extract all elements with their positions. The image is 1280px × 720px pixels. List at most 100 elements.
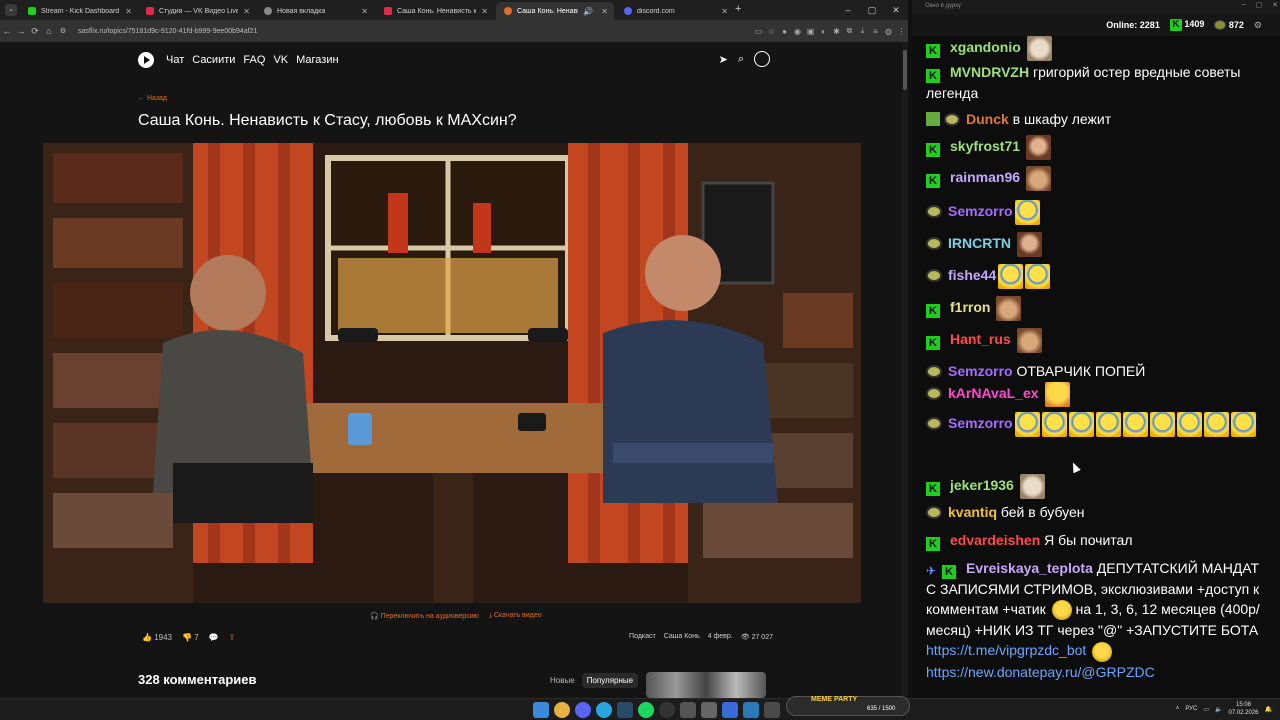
language-indicator[interactable]: РУС <box>1185 706 1197 712</box>
chat-username[interactable]: skyfrost71 <box>950 138 1020 154</box>
close-window-button[interactable]: ✕ <box>884 0 908 20</box>
comment-icon[interactable]: 💬 <box>209 633 219 642</box>
install-icon[interactable]: ▭ <box>752 27 765 36</box>
minimize-button[interactable]: – <box>1242 1 1246 9</box>
share-icon[interactable]: ⇪ <box>229 633 236 642</box>
windows-start-icon[interactable] <box>533 702 549 718</box>
nav-shop[interactable]: Магазин <box>296 54 338 66</box>
chat-username[interactable]: Dunck <box>966 111 1009 127</box>
like-button[interactable]: 👍 1943 <box>142 633 172 642</box>
guest-tag[interactable]: Саша Конь <box>664 633 700 641</box>
video-player[interactable] <box>43 143 861 603</box>
profile-avatar-icon[interactable] <box>754 51 770 67</box>
chat-messages[interactable]: Kxgandonio K MVNDRVZH григорий остер вредн… <box>912 36 1280 688</box>
discord-icon[interactable] <box>575 702 591 718</box>
extension-icon[interactable]: ✱ <box>830 27 843 36</box>
close-window-button[interactable]: ✕ <box>1272 1 1278 9</box>
settings-icon[interactable]: ⚙ <box>1254 20 1262 31</box>
chrome-icon[interactable] <box>554 702 570 718</box>
tab-vk-studio[interactable]: Студия — VK Видео Live ✕ <box>138 2 256 20</box>
media-player-icon[interactable] <box>722 702 738 718</box>
speaker-icon[interactable]: 🔊 <box>583 7 593 16</box>
chat-username[interactable]: Hant_rus <box>950 331 1011 347</box>
chat-username[interactable]: f1rron <box>950 299 990 315</box>
back-link[interactable]: ← Назад <box>138 95 167 102</box>
search-icon[interactable]: ⌕ <box>738 53 744 66</box>
telegram-icon[interactable] <box>596 702 612 718</box>
dislike-button[interactable]: 👎 7 <box>182 633 199 642</box>
forward-icon[interactable]: → <box>14 26 28 36</box>
close-tab-icon[interactable]: ✕ <box>243 7 250 16</box>
chat-username[interactable]: edvardeishen <box>950 532 1040 548</box>
close-tab-icon[interactable]: ✕ <box>721 7 728 16</box>
download-icon[interactable]: ⤓ <box>856 26 869 36</box>
profile-icon[interactable]: ◍ <box>882 27 895 36</box>
volume-icon[interactable]: 🔈 <box>1215 706 1222 713</box>
close-tab-icon[interactable]: ✕ <box>361 7 368 16</box>
terminal-icon[interactable] <box>743 702 759 718</box>
home-icon[interactable]: ⌂ <box>42 26 56 36</box>
app-icon[interactable] <box>680 702 696 718</box>
tab-sasha-kon-1[interactable]: Саша Конь. Ненависть к Стасу ✕ <box>376 2 494 20</box>
url-field[interactable]: sasflix.ru/topics/75181d9c-9120-41fd-b99… <box>78 28 752 35</box>
promo-banner[interactable] <box>646 672 766 698</box>
menu-kebab-icon[interactable]: ⋮ <box>895 27 908 36</box>
tab-kick-dashboard[interactable]: Stream - Kick Dashboard ✕ <box>20 2 138 20</box>
sort-popular-button[interactable]: Популярные <box>581 673 639 688</box>
maximize-button[interactable]: ▢ <box>1256 1 1263 9</box>
chat-username[interactable]: MVNDRVZH <box>950 64 1029 80</box>
clock[interactable]: 15:08 07.02.2026 <box>1228 701 1258 717</box>
network-icon[interactable]: ▭ <box>1203 706 1209 713</box>
tab-search-icon[interactable]: ⌄ <box>5 4 17 16</box>
telegram-icon[interactable]: ➤ <box>719 53 728 66</box>
scrollbar-thumb[interactable] <box>903 50 907 90</box>
steam-icon[interactable] <box>617 702 633 718</box>
notifications-icon[interactable]: 🔔 <box>1265 706 1272 713</box>
download-video-link[interactable]: ⤓ Скачать видео <box>489 612 542 620</box>
chat-link[interactable]: https://new.donatepay.ru/@GRPZDC <box>926 664 1155 680</box>
chat-username[interactable]: IRNCRTN <box>948 235 1011 251</box>
chat-username[interactable]: jeker1936 <box>950 477 1014 493</box>
app-icon[interactable] <box>701 702 717 718</box>
chat-username[interactable]: Semzorro <box>948 363 1013 379</box>
close-tab-icon[interactable]: ✕ <box>125 7 132 16</box>
tray-expand-icon[interactable]: ˄ <box>1176 706 1180 712</box>
tab-search-icon[interactable]: ≡ <box>869 27 882 36</box>
nav-vk[interactable]: VK <box>273 54 288 66</box>
category-tag[interactable]: Подкаст <box>629 633 656 641</box>
tab-new-tab[interactable]: Новая вкладка ✕ <box>256 2 374 20</box>
sort-new-button[interactable]: Новые <box>545 673 580 688</box>
close-tab-icon[interactable]: ✕ <box>601 7 608 16</box>
sasflix-logo-icon[interactable] <box>138 52 154 68</box>
tab-sasha-kon-active[interactable]: Саша Конь. Ненависть к С 🔊 ✕ <box>496 2 614 20</box>
bookmark-star-icon[interactable]: ☆ <box>765 27 778 36</box>
chat-username[interactable]: Evreiskaya_teplota <box>966 560 1093 576</box>
extensions-puzzle-icon[interactable]: ⧉ <box>843 26 856 36</box>
nav-faq[interactable]: FAQ <box>243 54 265 66</box>
nav-chat[interactable]: Чат <box>166 54 184 66</box>
spotify-icon[interactable] <box>638 702 654 718</box>
chat-username[interactable]: xgandonio <box>950 39 1021 55</box>
chat-username[interactable]: rainman96 <box>950 169 1020 185</box>
tab-discord[interactable]: discord.com ✕ <box>616 2 734 20</box>
chat-link[interactable]: https://t.me/vipgrpzdc_bot <box>926 642 1086 658</box>
audio-version-link[interactable]: 🎧 Переключить на аудиоверсию <box>370 612 479 620</box>
maximize-button[interactable]: ▢ <box>860 0 884 20</box>
site-info-icon[interactable]: ⚙ <box>56 27 70 35</box>
chat-username[interactable]: Semzorro <box>948 415 1013 431</box>
app-icon[interactable] <box>764 702 780 718</box>
obs-icon[interactable] <box>659 702 675 718</box>
extension-icon[interactable]: ▣ <box>804 27 817 36</box>
reload-icon[interactable]: ⟳ <box>28 26 42 37</box>
new-tab-button[interactable]: + <box>735 3 741 15</box>
nav-sasiiti[interactable]: Сасиити <box>192 54 235 66</box>
close-tab-icon[interactable]: ✕ <box>481 7 488 16</box>
extension-icon[interactable]: ◐ <box>817 27 830 36</box>
back-icon[interactable]: ← <box>0 26 14 36</box>
chat-username[interactable]: kvantiq <box>948 504 997 520</box>
extension-icon[interactable]: ● <box>778 27 791 36</box>
extension-icon[interactable]: ◉ <box>791 27 804 36</box>
minimize-button[interactable]: – <box>836 0 860 20</box>
chat-username[interactable]: fishe44 <box>948 267 996 283</box>
chat-username[interactable]: kArNAvaL_ex <box>948 385 1039 401</box>
